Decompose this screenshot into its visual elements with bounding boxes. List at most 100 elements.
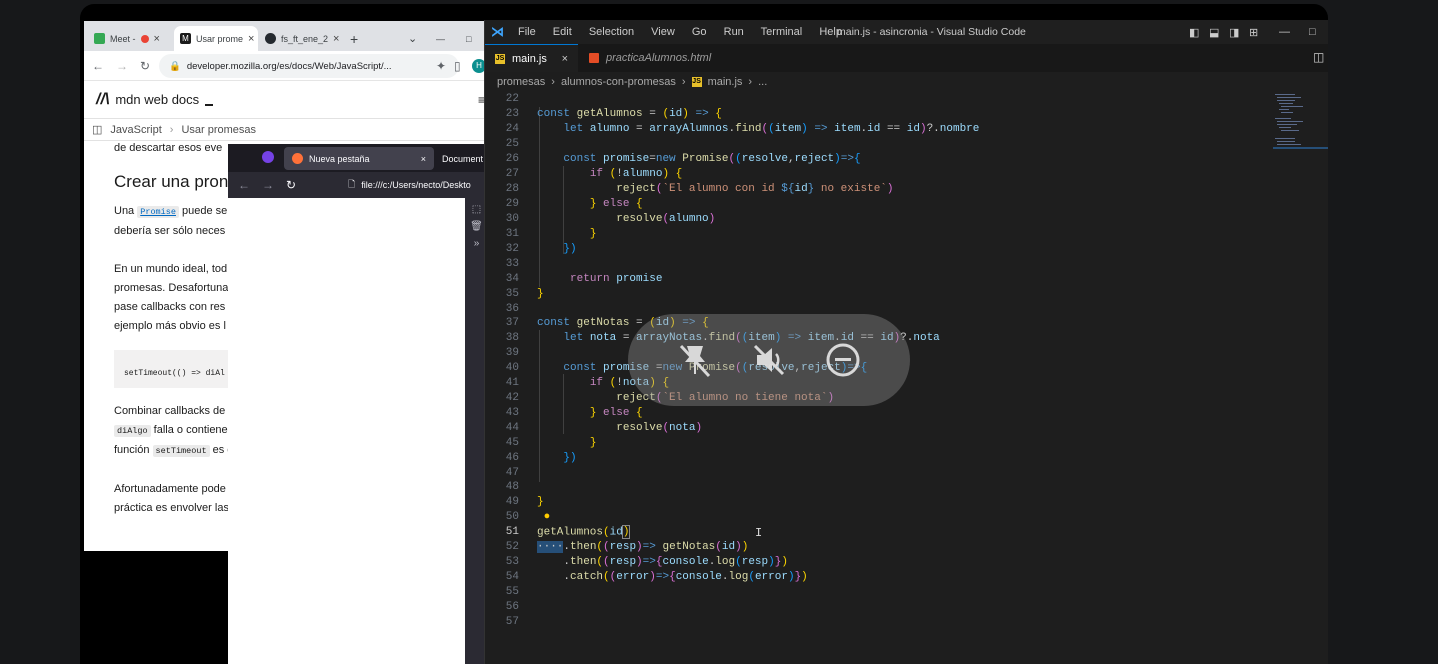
breadcrumb-symbol[interactable]: ... <box>758 76 767 88</box>
mute-icon[interactable] <box>749 340 789 380</box>
close-icon[interactable]: × <box>562 53 568 65</box>
tab-label: fs_ft_ene_2 <box>281 33 329 44</box>
minimap[interactable] <box>1273 92 1328 172</box>
breadcrumb-promesas[interactable]: promesas <box>497 76 545 88</box>
line-number: 54 <box>505 571 519 583</box>
tab-label: main.js <box>512 52 547 65</box>
menu-go[interactable]: Go <box>692 26 707 38</box>
js-file-icon: JS <box>495 53 505 64</box>
tab-nueva-pestana[interactable]: Nueva pestaña × <box>284 147 434 170</box>
menu-file[interactable]: File <box>518 26 536 38</box>
toggle-panel-icon[interactable]: ⬓ <box>1209 26 1219 39</box>
reload-icon[interactable]: ↻ <box>140 59 150 73</box>
tab-document[interactable]: Document <box>434 147 488 170</box>
url-text: developer.mozilla.org/es/docs/Web/JavaSc… <box>186 60 392 72</box>
menu-terminal[interactable]: Terminal <box>761 26 803 38</box>
close-icon[interactable]: × <box>333 33 339 45</box>
code-line: const promise=new Promise((resolve,rejec… <box>563 153 861 165</box>
line-number: 42 <box>505 392 519 404</box>
tab-practica-alumnos[interactable]: practicaAlumnos.html <box>579 44 721 72</box>
code-line: reject(`El alumno con id ${id} no existe… <box>616 183 894 195</box>
github-icon <box>265 33 276 44</box>
breadcrumb: promesas › alumnos-con-promesas › JS mai… <box>485 72 1328 92</box>
line-number: 41 <box>505 377 519 389</box>
close-icon[interactable]: × <box>421 154 426 164</box>
unpin-icon[interactable] <box>675 340 715 380</box>
tab-meet[interactable]: Meet - × <box>88 26 173 51</box>
code-line: let alumno = arrayAlumnos.find((item) =>… <box>563 123 980 135</box>
line-number: 24 <box>505 123 519 135</box>
mdn-logo-icon[interactable]: //\ <box>96 91 109 109</box>
back-icon[interactable]: ← <box>92 59 104 73</box>
menu-run[interactable]: Run <box>724 26 744 38</box>
lightbulb-icon[interactable]: ● <box>544 511 551 523</box>
address-bar[interactable]: 🗋 file:///c:/Users/necto/Deskto <box>348 174 483 196</box>
customize-layout-icon[interactable]: ⊞ <box>1249 26 1258 39</box>
menu-edit[interactable]: Edit <box>553 26 572 38</box>
maximize-icon[interactable]: □ <box>460 26 477 51</box>
chrome-toolbar: ← → ↻ 🔒 developer.mozilla.org/es/docs/We… <box>84 51 486 81</box>
tab-label: Usar prome <box>196 33 244 44</box>
code-line: ● <box>537 510 551 525</box>
mdn-logo-text[interactable]: mdn web docs <box>115 92 199 107</box>
reload-icon[interactable]: ↻ <box>286 178 296 192</box>
line-number: 36 <box>505 303 519 315</box>
meet-icon <box>94 33 105 44</box>
back-icon[interactable]: ← <box>238 178 250 192</box>
code-line: resolve(nota) <box>616 422 703 434</box>
breadcrumb-folder[interactable]: alumnos-con-promesas <box>561 76 676 88</box>
editor-tabs: JS main.js × practicaAlumnos.html ◫ <box>485 44 1328 72</box>
toggle-secondary-sidebar-icon[interactable]: ◨ <box>1229 26 1239 39</box>
text-cursor-icon: I <box>755 526 763 540</box>
breadcrumb-usar-promesas[interactable]: Usar promesas <box>181 124 256 136</box>
window-title: main.js - asincronia - Visual Studio Cod… <box>837 26 1026 38</box>
tab-github[interactable]: fs_ft_ene_2 × <box>259 26 344 51</box>
breadcrumb-file[interactable]: main.js <box>708 76 743 88</box>
line-number: 26 <box>505 153 519 165</box>
minimize-icon[interactable]: — <box>1279 26 1290 38</box>
line-number: 38 <box>505 332 519 344</box>
code-line: }) <box>563 452 577 464</box>
new-tab-button[interactable]: + <box>344 26 364 51</box>
line-number: 47 <box>505 467 519 479</box>
line-number: 33 <box>505 258 519 270</box>
maximize-icon[interactable]: □ <box>1309 26 1316 38</box>
close-icon[interactable]: × <box>248 33 254 45</box>
tab-main-js[interactable]: JS main.js × <box>485 44 578 72</box>
split-editor-icon[interactable]: ◫ <box>1313 50 1324 64</box>
sidebar-toggle-icon[interactable]: ◫ <box>92 123 102 136</box>
stop-share-icon[interactable] <box>823 340 863 380</box>
lock-icon: 🔒 <box>169 60 181 72</box>
menu-view[interactable]: View <box>651 26 675 38</box>
address-bar[interactable]: 🔒 developer.mozilla.org/es/docs/Web/Java… <box>159 54 459 78</box>
firefox-view-icon[interactable] <box>262 151 274 163</box>
code-editor[interactable]: const getAlumnos = (id) => { let alumno … <box>485 92 1328 664</box>
code-line: }) <box>563 243 577 255</box>
tab-usar-promesas[interactable]: M Usar prome × <box>174 26 258 51</box>
code-line: return promise <box>570 273 663 285</box>
breadcrumb: ◫ JavaScript › Usar promesas <box>84 119 486 141</box>
code-line: getAlumnos(id) <box>537 525 631 540</box>
file-icon: 🗋 <box>348 179 356 189</box>
tab-label: Meet - <box>110 33 136 44</box>
promise-link[interactable]: Promise <box>137 206 179 218</box>
extensions-icon[interactable]: ✦ <box>436 59 446 73</box>
code-line: } <box>537 496 544 508</box>
chevron-right-icon: › <box>551 76 555 88</box>
code-line: } <box>589 228 597 240</box>
minimize-icon[interactable]: — <box>430 26 451 51</box>
line-number: 37 <box>505 317 519 329</box>
close-icon[interactable]: × <box>154 33 160 45</box>
mdn-header: //\ mdn web docs ≡ <box>84 81 486 119</box>
toggle-sidebar-icon[interactable]: ◧ <box>1189 26 1199 39</box>
firefox-toolbar: ← → ↻ 🗋 file:///c:/Users/necto/Deskto <box>228 172 488 198</box>
code-line: .catch((error)=>{console.log(error)}) <box>537 571 808 583</box>
menu-selection[interactable]: Selection <box>589 26 634 38</box>
forward-icon[interactable]: → <box>262 178 274 192</box>
recording-icon <box>140 34 149 43</box>
code-line: .then((resp)=>{console.log(resp)}) <box>537 556 788 568</box>
chevron-down-icon[interactable]: ⌄ <box>402 26 423 51</box>
sidepanel-icon[interactable]: ▯ <box>454 59 461 73</box>
forward-icon[interactable]: → <box>116 59 128 73</box>
breadcrumb-javascript[interactable]: JavaScript <box>110 124 161 136</box>
